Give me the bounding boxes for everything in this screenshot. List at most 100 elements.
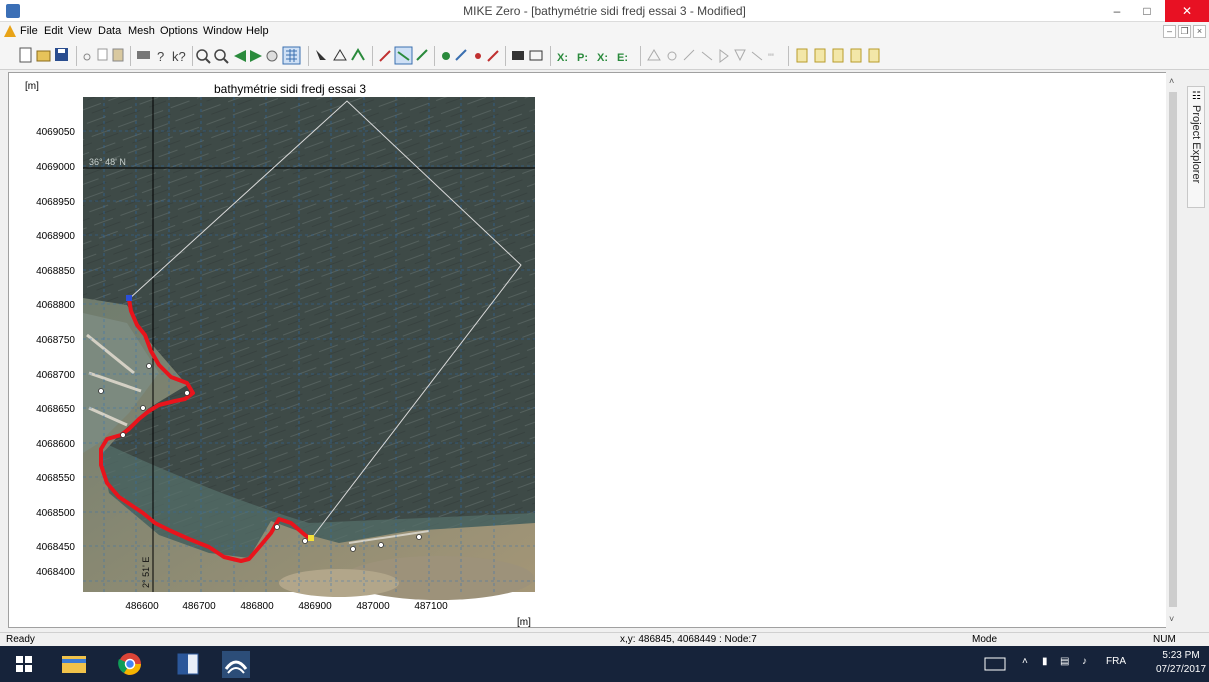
svg-text:486900: 486900 [298,601,332,612]
scroll-up-icon[interactable]: ˄ [1169,76,1174,86]
language-indicator[interactable]: FRA [1106,656,1126,667]
new-icon[interactable] [19,47,32,63]
status-bar: Ready x,y: 486845, 4068449 : Node:7 Mode… [0,632,1209,646]
mesh-delete-icon[interactable]: X: [597,52,608,64]
zoom-next-icon[interactable] [250,50,262,62]
selected-node-marker[interactable] [308,535,314,541]
minimize-button[interactable]: – [1102,0,1132,22]
volume-icon[interactable]: ♪ [1082,656,1087,667]
menu-file[interactable]: File [20,25,38,37]
print-icon[interactable] [137,51,150,59]
close-button[interactable]: ✕ [1165,0,1209,22]
svg-text:4068400: 4068400 [36,567,75,578]
export-icon[interactable] [734,49,746,62]
pen-icon[interactable] [487,50,499,62]
mesh-add-icon[interactable]: X: [557,52,568,64]
save-icon[interactable] [55,48,68,61]
open-icon[interactable] [36,50,51,62]
svg-text:4069050: 4069050 [36,127,75,138]
svg-text:487100: 487100 [414,601,448,612]
menu-window[interactable]: Window [203,25,242,37]
zoom-previous-icon[interactable] [234,50,246,62]
bathymetry-plot[interactable]: [m] bathymétrie sidi fredj essai 3 36° 4… [9,73,1173,627]
mdi-close-button[interactable]: × [1193,25,1206,38]
vertical-scrollbar[interactable]: ˄ ˅ [1166,72,1180,628]
select-icon[interactable] [316,50,326,60]
svg-text:4068750: 4068750 [36,335,75,346]
svg-text:4068700: 4068700 [36,370,75,381]
svg-text:4069000: 4069000 [36,162,75,173]
scroll-thumb[interactable] [1169,92,1177,607]
draw-arc-icon[interactable] [379,50,391,62]
move-node-icon[interactable] [455,49,467,61]
x-axis: 486600 486700 486800 486900 487000 48710… [125,601,448,612]
analyze-icon[interactable] [667,51,677,61]
paste-icon[interactable] [112,48,124,62]
maximize-button[interactable]: □ [1132,0,1162,22]
zoom-out-icon[interactable] [214,49,229,64]
y-unit-label: [m] [25,81,39,92]
battery-icon[interactable]: ▮ [1042,656,1048,667]
edit-arc-icon[interactable] [416,49,428,61]
refine-icon[interactable] [683,49,695,61]
cut-icon[interactable] [83,53,91,61]
node-info-icon[interactable] [701,51,713,61]
data3-icon[interactable] [814,48,826,63]
word-icon[interactable] [168,649,208,679]
data4-icon[interactable] [832,48,844,63]
mike-zero-icon[interactable] [216,649,256,679]
svg-text:X:: X: [557,52,568,64]
pan-icon[interactable] [266,50,278,62]
menu-mesh[interactable]: Mesh [128,25,155,37]
grid-icon[interactable] [282,46,301,65]
svg-text:?: ? [157,49,164,64]
copy-icon[interactable] [97,48,108,61]
mesh-smooth-icon[interactable]: P: [577,52,588,64]
chrome-icon[interactable] [110,649,150,679]
project-explorer-tab[interactable]: ☷ Project Explorer [1187,86,1205,208]
map-view[interactable]: [m] bathymétrie sidi fredj essai 3 36° 4… [8,72,1174,628]
file-explorer-icon[interactable] [54,649,94,679]
tray-expand-icon[interactable]: ˄ [1022,656,1028,667]
svg-text:E:: E: [617,52,628,64]
node-icon[interactable] [442,52,450,60]
polygon-icon[interactable] [333,49,347,61]
start-icon[interactable] [4,649,44,679]
data1-icon[interactable]: "' [768,52,774,64]
x-unit-label: [m] [517,617,531,627]
triangulate-icon[interactable] [647,49,661,61]
svg-text:4068850: 4068850 [36,266,75,277]
mike-logo-icon [4,25,16,37]
context-help-icon[interactable]: k? [172,49,186,64]
select-arc-icon[interactable] [394,46,413,65]
y-axis: 4069050 4069000 4068950 4068900 4068850 … [36,127,75,578]
mdi-minimize-button[interactable]: – [1163,25,1176,38]
background-icon[interactable] [529,50,543,61]
menu-edit[interactable]: Edit [44,25,63,37]
interpolate-icon[interactable] [719,49,729,63]
network-icon[interactable]: ▤ [1060,656,1069,667]
menu-options[interactable]: Options [160,25,198,37]
map-title: bathymétrie sidi fredj essai 3 [214,82,366,96]
mdi-restore-button[interactable]: ❐ [1178,25,1191,38]
point-icon[interactable] [475,53,481,59]
arc-icon[interactable] [351,48,365,61]
help-icon[interactable]: ? [157,49,164,64]
data5-icon[interactable] [850,48,862,63]
scroll-down-icon[interactable]: ˅ [1169,614,1174,624]
export-icon[interactable] [868,48,880,63]
import-icon[interactable] [751,51,763,61]
data2-icon[interactable] [796,48,808,63]
svg-text:P:: P: [577,52,588,64]
keyboard-icon[interactable] [984,657,1006,671]
start-node-marker[interactable] [126,295,132,301]
menu-view[interactable]: View [68,25,92,37]
mesh-refine-icon[interactable]: E: [617,52,628,64]
taskbar-clock[interactable]: 5:23 PM 07/27/2017 [1156,649,1206,677]
menu-data[interactable]: Data [98,25,121,37]
find-icon[interactable] [512,51,524,60]
toolbar: ? k? X: P: X: E: "' [0,42,1209,70]
zoom-in-icon[interactable] [196,49,211,64]
menu-help[interactable]: Help [246,25,269,37]
status-coordinates: x,y: 486845, 4068449 : Node:7 [620,634,757,645]
